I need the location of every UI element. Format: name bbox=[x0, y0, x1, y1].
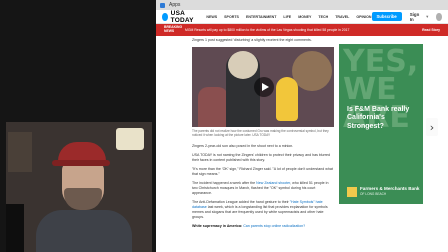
browser-window: Apps USA TODAY NEWS SPORTS ENTERTAINMENT… bbox=[156, 0, 448, 252]
usatoday-logo-icon[interactable] bbox=[162, 12, 168, 21]
nav-item-tech[interactable]: TECH bbox=[318, 15, 328, 19]
breaking-news-label: BREAKING NEWS bbox=[164, 25, 183, 33]
related-story-link[interactable]: Can parents stop online radicalization? bbox=[243, 224, 305, 228]
p5-text-a: The Anti-Defamation League added the han… bbox=[192, 199, 290, 204]
p4-text-a: The incident happened a week after the bbox=[192, 180, 257, 185]
webcam-shelf bbox=[8, 132, 32, 172]
p5-text-b: last week, which is a longstanding list … bbox=[192, 204, 328, 219]
article-paragraph-1: Zingers 2-year-old son also posed in the… bbox=[192, 143, 294, 148]
breaking-news-headline[interactable]: MGM Resorts will pay up to $800 million … bbox=[185, 28, 417, 32]
nav-item-travel[interactable]: TRAVEL bbox=[335, 15, 349, 19]
main-nav: NEWS SPORTS ENTERTAINMENT LIFE MONEY TEC… bbox=[206, 15, 371, 19]
breaking-news-bar: BREAKING NEWS MGM Resorts will pay up to… bbox=[156, 24, 448, 36]
webcam-feed bbox=[6, 122, 152, 252]
sign-in-link[interactable]: Sign In bbox=[410, 12, 420, 22]
avatar[interactable] bbox=[436, 12, 443, 21]
stream-background bbox=[0, 0, 156, 252]
nav-item-sports[interactable]: SPORTS bbox=[224, 15, 239, 19]
video-caption: The parents did not realize how the cost… bbox=[192, 129, 329, 138]
carousel-next-button[interactable]: › bbox=[426, 118, 438, 136]
streamer-torso bbox=[36, 210, 132, 252]
bank-advertisement[interactable]: YES, WE ARE Is F&M Bank really Californi… bbox=[339, 44, 423, 204]
nav-item-opinion[interactable]: OPINION bbox=[356, 15, 371, 19]
streamer-cap-bill bbox=[52, 160, 110, 166]
ad-bank-tagline: OF LONG BEACH bbox=[360, 192, 387, 196]
article-paragraph-6: White supremacy in America: Can parents … bbox=[192, 224, 334, 229]
article-paragraph-top: Zingers 1 post suggested 'disturbing' a … bbox=[192, 38, 312, 42]
article-paragraph-4: The incident happened a week after the N… bbox=[192, 181, 334, 196]
article-paragraph-2: USA TODAY is not naming the Zingers' chi… bbox=[192, 152, 331, 162]
apps-grid-icon[interactable] bbox=[160, 2, 165, 8]
site-logo[interactable]: USA TODAY bbox=[171, 10, 199, 24]
play-icon bbox=[261, 83, 269, 91]
bank-logo-icon bbox=[347, 187, 357, 197]
video-minion bbox=[276, 77, 298, 121]
subscribe-button[interactable]: Subscribe bbox=[371, 12, 402, 21]
nav-item-life[interactable]: LIFE bbox=[283, 15, 291, 19]
bookmarks-bar: Apps bbox=[156, 0, 448, 10]
read-story-link[interactable]: Read Story bbox=[422, 28, 440, 32]
article-video[interactable] bbox=[192, 47, 334, 127]
microphone bbox=[6, 204, 24, 252]
nav-item-news[interactable]: NEWS bbox=[206, 15, 217, 19]
article-body: Zingers 1 post suggested 'disturbing' a … bbox=[192, 38, 334, 233]
article-paragraph-3: "It's more than the 'OK' sign," Richard … bbox=[192, 166, 333, 176]
video-child bbox=[198, 87, 228, 127]
nav-item-entertainment[interactable]: ENTERTAINMENT bbox=[246, 15, 276, 19]
play-button[interactable] bbox=[254, 77, 274, 97]
chevron-right-icon: › bbox=[429, 120, 435, 134]
chevron-down-icon[interactable]: ▾ bbox=[426, 14, 428, 20]
video-light bbox=[292, 51, 332, 91]
video-gru-head bbox=[228, 51, 258, 79]
article-paragraph-5: The Anti-Defamation League added the han… bbox=[192, 200, 334, 220]
related-label: White supremacy in America: bbox=[192, 223, 243, 228]
webcam-lamp bbox=[116, 128, 144, 150]
ad-copy: Is F&M Bank really California's Stronges… bbox=[347, 106, 410, 130]
ad-bank-name: Farmers & Merchants Bank bbox=[360, 186, 420, 191]
new-zealand-shooter-link[interactable]: New Zealand shooter bbox=[256, 181, 290, 185]
apps-link[interactable]: Apps bbox=[169, 2, 180, 8]
nav-item-money[interactable]: MONEY bbox=[298, 15, 311, 19]
site-header: USA TODAY NEWS SPORTS ENTERTAINMENT LIFE… bbox=[156, 10, 448, 24]
